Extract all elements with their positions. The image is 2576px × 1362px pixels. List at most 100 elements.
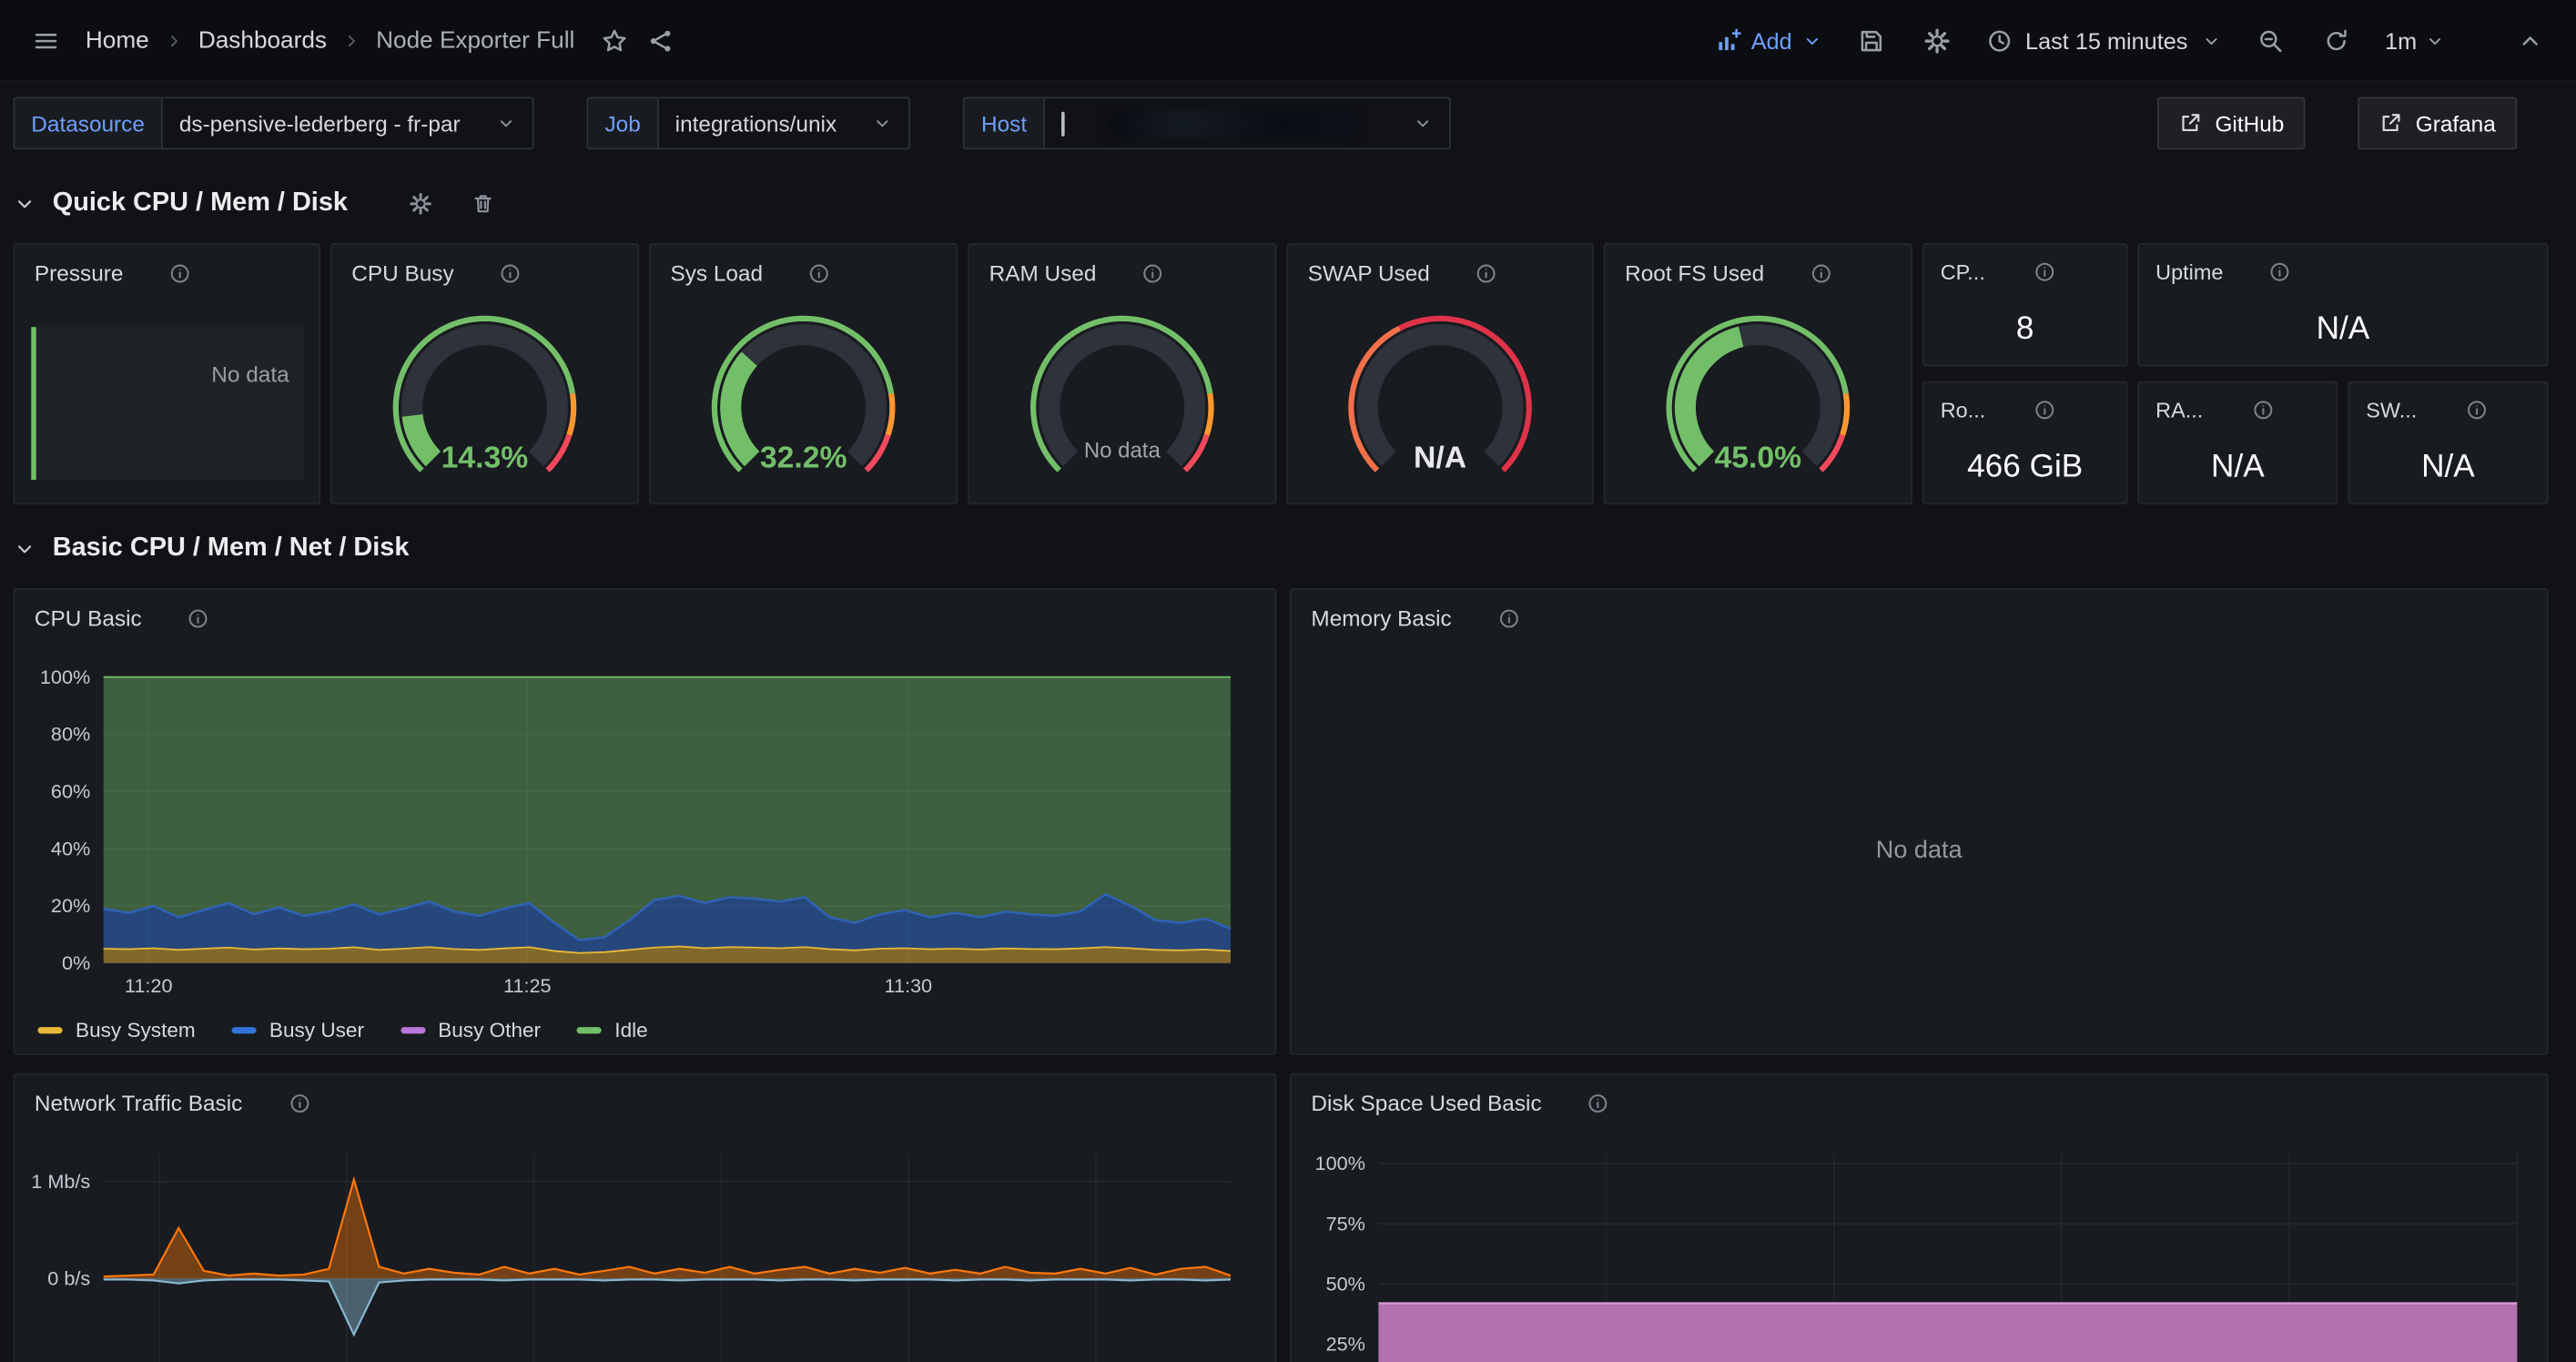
panel-header[interactable]: RA... — [2139, 383, 2337, 436]
menu-button[interactable] — [23, 17, 69, 64]
favorite-button[interactable] — [591, 17, 637, 64]
chevron-down-icon — [13, 192, 35, 215]
add-label: Add — [1751, 27, 1792, 54]
share-icon — [647, 27, 674, 54]
legend-swatch — [577, 1027, 602, 1033]
info-icon[interactable] — [500, 262, 521, 283]
panel-header[interactable]: Memory Basic — [1292, 590, 2547, 645]
grafana-link-button[interactable]: Grafana — [2358, 97, 2518, 149]
collapse-controls-button[interactable] — [2507, 17, 2553, 64]
panel-memory-basic: Memory Basic No data — [1290, 588, 2549, 1055]
panel-header[interactable]: CPU Busy — [332, 245, 638, 300]
svg-text:20%: 20% — [51, 894, 90, 917]
panel-disk-space-used-basic: Disk Space Used Basic 100%75%50%25% — [1290, 1073, 2549, 1362]
chevron-down-icon — [873, 114, 893, 134]
chevron-right-icon — [164, 30, 184, 50]
datasource-select[interactable]: ds-pensive-lederberg - fr-par — [161, 97, 534, 149]
github-link-button[interactable]: GitHub — [2157, 97, 2306, 149]
panel-header[interactable]: Uptime — [2139, 245, 2547, 298]
save-dashboard-button[interactable] — [1848, 17, 1894, 64]
zoom-out-time-button[interactable] — [2246, 17, 2293, 64]
variable-label: Host — [963, 97, 1043, 149]
info-icon[interactable] — [1476, 262, 1496, 283]
panel-header[interactable]: CP... — [1924, 245, 2126, 298]
legend-item[interactable]: Busy Other — [401, 1019, 541, 1042]
panel-header[interactable]: SWAP Used — [1288, 245, 1592, 300]
info-icon[interactable] — [1497, 607, 1518, 628]
variable-datasource: Datasource ds-pensive-lederberg - fr-par — [13, 97, 533, 149]
info-icon[interactable] — [169, 262, 190, 283]
refresh-interval-label: 1m — [2385, 27, 2417, 54]
host-select[interactable] — [1043, 97, 1451, 149]
legend-item[interactable]: Busy User — [231, 1019, 364, 1042]
top-navbar: Home Dashboards Node Exporter Full Add — [0, 0, 2576, 82]
add-button[interactable]: Add — [1709, 27, 1829, 54]
info-icon[interactable] — [1142, 262, 1163, 283]
panel-title: Network Traffic Basic — [35, 1091, 242, 1115]
panel-header[interactable]: Pressure — [15, 245, 319, 300]
section-basic-cpu-mem-net-disk[interactable]: Basic CPU / Mem / Net / Disk — [13, 526, 409, 573]
time-range-picker[interactable]: Last 15 minutes — [1979, 27, 2226, 54]
legend-item[interactable]: Idle — [577, 1019, 648, 1042]
info-icon[interactable] — [2269, 260, 2290, 281]
info-icon[interactable] — [1587, 1092, 1608, 1113]
panel-header[interactable]: Root FS Used — [1605, 245, 1911, 300]
svg-text:N/A: N/A — [1414, 440, 1466, 474]
dashboard-settings-button[interactable] — [1913, 17, 1960, 64]
info-icon[interactable] — [1810, 262, 1831, 283]
legend-item[interactable]: Busy System — [38, 1019, 196, 1042]
variable-label: Job — [587, 97, 657, 149]
section-quick-cpu-mem-disk[interactable]: Quick CPU / Mem / Disk — [13, 181, 505, 228]
panel-title: CPU Busy — [351, 260, 453, 285]
info-icon[interactable] — [2466, 399, 2487, 420]
panel-header[interactable]: Sys Load — [651, 245, 957, 300]
info-icon[interactable] — [188, 607, 208, 628]
svg-text:1 Mb/s: 1 Mb/s — [31, 1170, 90, 1193]
breadcrumb-dashboards[interactable]: Dashboards — [198, 27, 327, 54]
panel-header[interactable]: Ro... — [1924, 383, 2126, 436]
svg-text:45.0%: 45.0% — [1715, 440, 1802, 474]
cpu-basic-chart[interactable]: 100%80%60%40%20%0%11:2011:2511:30 — [15, 645, 1274, 1053]
gear-icon — [1923, 27, 1950, 54]
panel-ram-total: RA... N/A — [2137, 381, 2338, 504]
stat-value: 466 GiB — [1924, 432, 2126, 503]
chevron-down-icon — [1413, 114, 1433, 134]
chevron-down-icon — [2201, 30, 2221, 50]
info-icon[interactable] — [2034, 399, 2055, 420]
info-icon[interactable] — [289, 1092, 309, 1113]
chevron-down-icon — [13, 537, 35, 560]
info-icon[interactable] — [2252, 399, 2273, 420]
panel-header[interactable]: SW... — [2349, 383, 2547, 436]
refresh-button[interactable] — [2313, 17, 2359, 64]
zoom-out-icon — [2257, 27, 2283, 54]
breadcrumb: Home Dashboards Node Exporter Full — [86, 27, 574, 54]
grafana-label: Grafana — [2416, 111, 2496, 136]
section-settings-button[interactable] — [397, 181, 443, 228]
network-traffic-chart[interactable]: 1 Mb/s0 b/s — [15, 1131, 1274, 1362]
pressure-plot[interactable] — [31, 327, 304, 480]
job-select[interactable]: integrations/unix — [657, 97, 911, 149]
panel-title: Ro... — [1941, 397, 1986, 422]
panel-header[interactable]: Disk Space Used Basic — [1292, 1074, 2547, 1130]
section-delete-button[interactable] — [460, 181, 506, 228]
panel-header[interactable]: CPU Basic — [15, 590, 1274, 645]
info-icon[interactable] — [2034, 260, 2055, 281]
panel-swap-total: SW... N/A — [2348, 381, 2548, 504]
breadcrumb-current: Node Exporter Full — [376, 27, 574, 54]
panel-title: SWAP Used — [1308, 260, 1430, 285]
svg-text:11:30: 11:30 — [885, 974, 933, 997]
disk-space-chart[interactable]: 100%75%50%25% — [1292, 1131, 2547, 1362]
panel-pressure: Pressure No data — [13, 243, 320, 504]
svg-text:75%: 75% — [1326, 1212, 1365, 1235]
legend-label: Idle — [614, 1019, 647, 1042]
panel-title: SW... — [2366, 397, 2417, 422]
no-data-text: No data — [211, 361, 289, 386]
panel-header[interactable]: RAM Used — [969, 245, 1275, 300]
refresh-interval-dropdown[interactable]: 1m — [2378, 27, 2451, 54]
breadcrumb-home[interactable]: Home — [86, 27, 149, 54]
svg-text:100%: 100% — [1315, 1152, 1365, 1174]
panel-header[interactable]: Network Traffic Basic — [15, 1074, 1274, 1130]
panel-sys-load: Sys Load 32.2% — [649, 243, 958, 504]
info-icon[interactable] — [809, 262, 830, 283]
share-button[interactable] — [637, 17, 684, 64]
